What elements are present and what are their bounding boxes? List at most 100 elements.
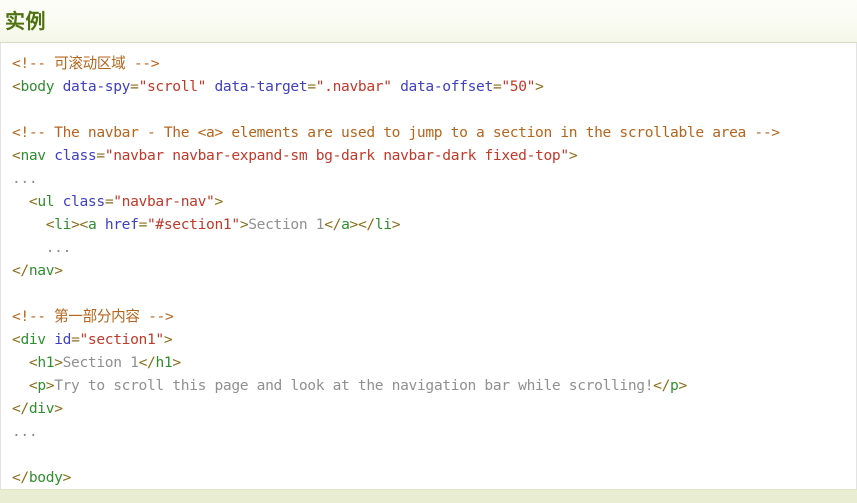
code-token-attr: href [104,216,139,233]
example-header: 实例 [0,0,857,43]
code-token-cmt: <!-- 可滚动区域 --> [12,55,160,72]
code-token-punct: </ [12,469,29,486]
code-token-val: "navbar-nav" [113,193,215,210]
code-token-punct: > [568,147,578,164]
code-token-punct: > [163,331,173,348]
code-line: </nav> [12,259,856,282]
code-line: </div> [12,397,856,420]
code-line: <!-- 可滚动区域 --> [12,52,856,75]
code-token-val: "navbar navbar-expand-sm bg-dark navbar-… [104,147,569,164]
code-token-punct: > [54,400,63,417]
code-line: <div id="section1"> [12,328,856,351]
code-token-punct: = [130,78,139,95]
code-token-cmt: <!-- The navbar - The <a> elements are u… [12,124,780,141]
code-token-val: "section1" [79,331,165,348]
code-token-attr: data-target [214,78,308,95]
code-listing[interactable]: <!-- 可滚动区域 --> <body data-spy="scroll" da… [1,43,856,489]
code-token-punct: > [391,216,401,233]
code-token-tag: nav [20,147,46,164]
code-line: <h1>Section 1</h1> [12,351,856,374]
code-token-punct: > [349,216,359,233]
code-token-punct: > [535,78,544,95]
code-line: <!-- The navbar - The <a> elements are u… [12,121,856,144]
code-token-punct: = [138,216,148,233]
code-token-tag: nav [28,262,55,279]
page-title: 实例 [5,9,46,33]
code-line: <ul class="navbar-nav"> [12,190,856,213]
code-token-txt: Section 1 [62,354,139,371]
code-token-punct: </ [324,216,342,233]
code-token-punct: > [214,193,223,210]
footer-strip [0,489,857,503]
code-token-punct: </ [357,216,375,233]
code-token-dots: ... [12,170,38,187]
code-token-val: "#section1" [147,216,240,233]
code-token-tag: li [374,216,392,233]
code-token-tag: a [341,216,350,233]
code-line: ... [12,236,856,259]
code-token-txt: Try to scroll this page and look at the … [54,377,654,394]
code-line: ... [12,420,856,443]
code-token-attr: id [54,331,72,348]
code-token-punct: > [54,354,63,371]
code-line: <!-- 第一部分内容 --> [12,305,856,328]
code-line: </body> [12,466,856,489]
code-token-tag: div [28,400,55,417]
code-token-txt: Section 1 [248,216,325,233]
code-token-tag: h1 [37,354,55,371]
code-token-punct: </ [12,400,29,417]
code-token-tag: li [54,216,72,233]
code-token-punct: = [307,78,316,95]
code-token-punct: </ [653,377,671,394]
code-token-tag: ul [37,193,55,210]
code-line: ... [12,167,856,190]
code-token-punct: = [96,147,105,164]
code-token-punct: > [239,216,249,233]
code-token-dots: ... [45,239,72,256]
code-line: <body data-spy="scroll" data-target=".na… [12,75,856,98]
code-token-punct: < [79,216,89,233]
code-line: <li><a href="#section1">Section 1</a></l… [12,213,856,236]
code-token-punct: > [45,377,55,394]
code-token-val: "scroll" [138,78,207,95]
code-token-cmt: <!-- 第一部分内容 --> [12,308,174,325]
code-token-tag: body [28,469,63,486]
code-token-punct: > [172,354,181,371]
code-token-tag: p [37,377,46,394]
example-page: 实例 <!-- 可滚动区域 --> <body data-spy="scroll"… [0,0,857,503]
code-token-punct: </ [12,262,29,279]
code-token-punct: = [104,193,114,210]
code-token-punct: < [45,216,55,233]
code-token-tag: div [20,331,46,348]
code-token-attr: class [62,193,106,210]
code-token-attr: data-offset [400,78,493,95]
code-line: <p>Try to scroll this page and look at t… [12,374,856,397]
code-token-punct: > [71,216,80,233]
code-token-punct: = [71,331,80,348]
code-token-val: ".navbar" [315,78,392,95]
code-token-dots: ... [12,423,38,440]
code-token-tag: body [20,78,55,95]
code-token-punct: > [62,469,72,486]
code-token-punct: > [54,262,63,279]
code-line: <nav class="navbar navbar-expand-sm bg-d… [12,144,856,167]
code-token-attr: class [54,147,97,164]
code-token-val: "50" [501,78,536,95]
code-token-punct: </ [138,354,156,371]
code-token-attr: data-spy [62,78,131,95]
code-token-punct: > [678,377,687,394]
code-panel: <!-- 可滚动区域 --> <body data-spy="scroll" da… [0,43,857,489]
